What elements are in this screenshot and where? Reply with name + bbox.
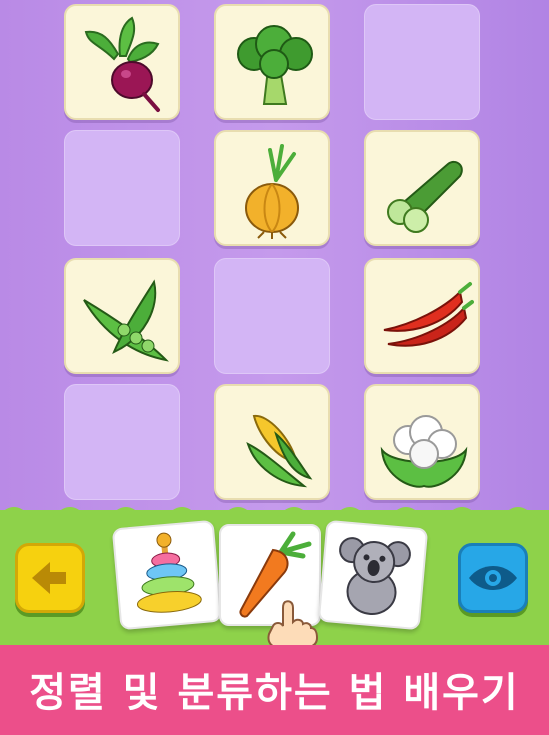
card-peas[interactable] <box>64 258 180 374</box>
peas-icon <box>83 279 169 362</box>
broccoli-icon <box>237 25 313 105</box>
card-slot-empty[interactable] <box>364 4 480 120</box>
card-chili-pepper[interactable] <box>364 258 480 374</box>
title-banner-text: 정렬 및 분류하는 법 배우기 <box>29 670 520 716</box>
cucumber-icon <box>387 160 463 233</box>
corn-icon <box>246 414 313 488</box>
peek-button[interactable] <box>458 543 528 613</box>
cauliflower-icon <box>380 415 468 488</box>
ring-stacker-toy-icon <box>136 532 202 613</box>
back-button[interactable] <box>15 543 85 613</box>
tray-item-ring-stacker[interactable] <box>111 519 223 631</box>
card-broccoli[interactable] <box>214 4 330 120</box>
onion-icon <box>245 144 299 239</box>
card-slot-empty[interactable] <box>64 384 180 500</box>
back-arrow-icon <box>32 562 66 594</box>
card-beet[interactable] <box>64 4 180 120</box>
koala-toy-icon <box>339 537 411 615</box>
grass-wave-edge <box>0 507 549 522</box>
beet-icon <box>84 16 160 112</box>
card-onion[interactable] <box>214 130 330 246</box>
card-cauliflower[interactable] <box>364 384 480 500</box>
card-slot-empty[interactable] <box>64 130 180 246</box>
card-slot-empty[interactable] <box>214 258 330 374</box>
card-corn[interactable] <box>214 384 330 500</box>
tray-item-koala[interactable] <box>317 519 429 631</box>
card-cucumber[interactable] <box>364 130 480 246</box>
eye-icon <box>469 566 517 590</box>
pointing-hand-icon <box>267 600 319 648</box>
chili-pepper-icon <box>383 282 474 347</box>
